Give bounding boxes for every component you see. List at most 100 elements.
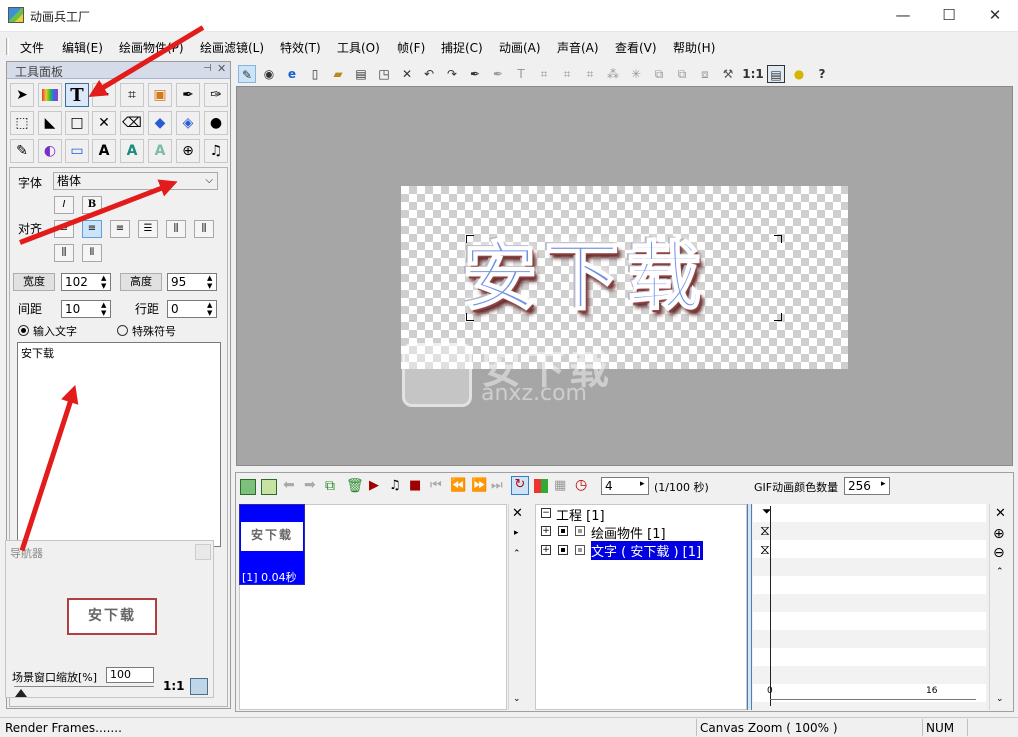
spacing-spinner-icon[interactable]: ▲ ▼ (101, 301, 106, 317)
menu-paint-filters[interactable]: 绘画滤镜(L) (200, 39, 264, 56)
expand-icon[interactable]: + (541, 526, 551, 536)
loop-icon[interactable]: ↻ (511, 476, 529, 495)
zoom-icon[interactable]: ⊕ (176, 139, 200, 163)
open-folder-icon[interactable]: ▰ (329, 65, 347, 83)
fill-bucket-icon[interactable]: ◆ (148, 111, 172, 135)
node-select-icon[interactable]: ◣ (38, 111, 62, 135)
one-to-one-button[interactable]: 1:1 (163, 679, 185, 693)
clock-icon[interactable]: ◷ (575, 477, 587, 493)
playhead-line[interactable] (770, 506, 771, 706)
collapse-icon[interactable]: − (541, 508, 551, 518)
circle-icon[interactable]: ● (790, 65, 808, 83)
lock-icon[interactable] (575, 545, 585, 555)
art-text[interactable]: 安下载 (462, 222, 793, 332)
pen-minus-icon[interactable]: ✑ (204, 83, 228, 107)
pen-add-icon[interactable]: ✒ (466, 65, 484, 83)
menu-file[interactable]: 文件 (20, 39, 44, 56)
track-area[interactable] (753, 504, 986, 710)
undo-icon[interactable]: ↶ (420, 65, 438, 83)
pen-remove-icon[interactable]: ✒ (489, 65, 507, 83)
zoom-slider-track[interactable] (14, 686, 154, 687)
frames-close-icon[interactable]: ✕ (512, 506, 523, 521)
transform-icon[interactable]: ⌗ (120, 83, 144, 107)
rectangle-icon[interactable]: □ (65, 111, 89, 135)
playhead-marker-icon[interactable]: ⏷ (762, 504, 772, 519)
menu-effects[interactable]: 特效(T) (280, 39, 321, 56)
text-color-icon[interactable]: A (120, 139, 144, 163)
save-icon[interactable]: ▤ (352, 65, 370, 83)
italic-button[interactable]: I (54, 196, 74, 214)
toolbar-one-to-one[interactable]: 1:1 (742, 65, 764, 83)
tree-project[interactable]: 工程 [1] (556, 505, 605, 524)
text-input-area[interactable]: 安下载 (17, 342, 221, 547)
align-center-icon[interactable]: ≡ (82, 220, 102, 238)
gradient-fill-icon[interactable]: ◈ (176, 111, 200, 135)
scroll-up-icon[interactable]: ⌃ (513, 549, 521, 559)
visibility-icon[interactable] (558, 545, 568, 555)
vertical-align-center-icon[interactable]: ⫼ (194, 220, 214, 238)
pin-icon[interactable]: ⊣ (203, 63, 212, 74)
import-icon[interactable]: ◳ (375, 65, 393, 83)
music-note-icon[interactable]: ♫ (204, 139, 228, 163)
radio-input-text[interactable] (18, 325, 29, 336)
align-right-icon[interactable]: ≡ (110, 220, 130, 238)
menu-animation[interactable]: 动画(A) (499, 39, 541, 56)
tree-splitter[interactable] (747, 504, 752, 710)
keyframe-icon[interactable]: ⧖ (760, 543, 770, 557)
bring-front-icon[interactable]: ⧉ (650, 65, 668, 83)
text-tool-small-icon[interactable]: T (512, 65, 530, 83)
maximize-button[interactable]: ☐ (926, 0, 972, 32)
tree-text-object[interactable]: 文字 ( 安下载 ) [1] (591, 541, 704, 560)
canvas-area[interactable]: 安下载 安下载 anxz.com (236, 86, 1013, 466)
height-button[interactable]: 高度 (120, 273, 162, 291)
expand-icon[interactable]: + (541, 545, 551, 555)
insert-frame-icon[interactable] (261, 479, 277, 495)
navigator-thumbnail[interactable]: 安下载 (67, 598, 157, 635)
panel-close-icon[interactable]: ✕ (217, 62, 226, 75)
tree-paint-objects[interactable]: 绘画物件 [1] (591, 523, 666, 542)
menu-tools[interactable]: 工具(O) (337, 39, 380, 56)
new-file-icon[interactable]: ▯ (306, 65, 324, 83)
gif-spinner-icon[interactable]: ▸ (881, 479, 886, 489)
magic-wand-icon[interactable]: ✕ (92, 111, 116, 135)
play-sound-icon[interactable]: ♫ (389, 478, 401, 493)
redo-icon[interactable]: ↷ (443, 65, 461, 83)
minimize-button[interactable]: — (880, 0, 926, 32)
add-frame-icon[interactable] (240, 479, 256, 495)
text-pattern-icon[interactable]: A (148, 139, 172, 163)
preview-eye-icon[interactable]: ◉ (260, 65, 278, 83)
eyedropper-icon[interactable]: ✎ (10, 139, 34, 163)
group-icon[interactable]: ⌗ (558, 65, 576, 83)
help-icon[interactable]: ? (813, 65, 831, 83)
browser-preview-icon[interactable]: e (283, 65, 301, 83)
navigator-close-button[interactable] (195, 544, 211, 560)
color-bars-icon[interactable] (38, 83, 62, 107)
ink-drop-icon[interactable]: ● (204, 111, 228, 135)
wand-icon[interactable]: ⚒ (719, 65, 737, 83)
tracks-scroll-down-icon[interactable]: ⌄ (996, 694, 1004, 704)
color-palette-icon[interactable] (534, 479, 548, 493)
frames-scrollbar[interactable]: ✕ ▸ ⌃ ⌄ (508, 504, 526, 710)
align-objects-icon[interactable]: ⧈ (696, 65, 714, 83)
vertical-align-top-icon[interactable]: ⫼ (166, 220, 186, 238)
menu-capture[interactable]: 捕捉(C) (441, 39, 483, 56)
zoom-in-icon[interactable]: ⊕ (993, 526, 1005, 542)
menu-sound[interactable]: 声音(A) (557, 39, 599, 56)
grid-icon[interactable]: ▦ (554, 478, 566, 493)
width-spinner-icon[interactable]: ▲ ▼ (101, 274, 106, 290)
width-button[interactable]: 宽度 (13, 273, 55, 291)
flip-icon[interactable]: ⁂ (604, 65, 622, 83)
first-frame-icon[interactable]: ⏮ (430, 478, 442, 493)
vertical-align-bottom-icon[interactable]: ⫼ (54, 244, 74, 262)
scroll-right-icon[interactable]: ▸ (514, 528, 519, 538)
menu-frame[interactable]: 帧(F) (397, 39, 425, 56)
menu-edit[interactable]: 编辑(E) (62, 39, 103, 56)
frame-rect-icon[interactable]: ▭ (65, 139, 89, 163)
copy-frame-icon[interactable]: ⧉ (325, 478, 335, 494)
select-arrow-icon[interactable]: ➤ (10, 83, 34, 107)
font-select[interactable]: 楷体 ⌵ (53, 172, 218, 190)
scroll-down-icon[interactable]: ⌄ (513, 694, 521, 704)
zoom-input[interactable]: 100 (106, 667, 154, 683)
eraser-icon[interactable]: ⌫ (120, 111, 144, 135)
marquee-icon[interactable]: ⬚ (10, 111, 34, 135)
